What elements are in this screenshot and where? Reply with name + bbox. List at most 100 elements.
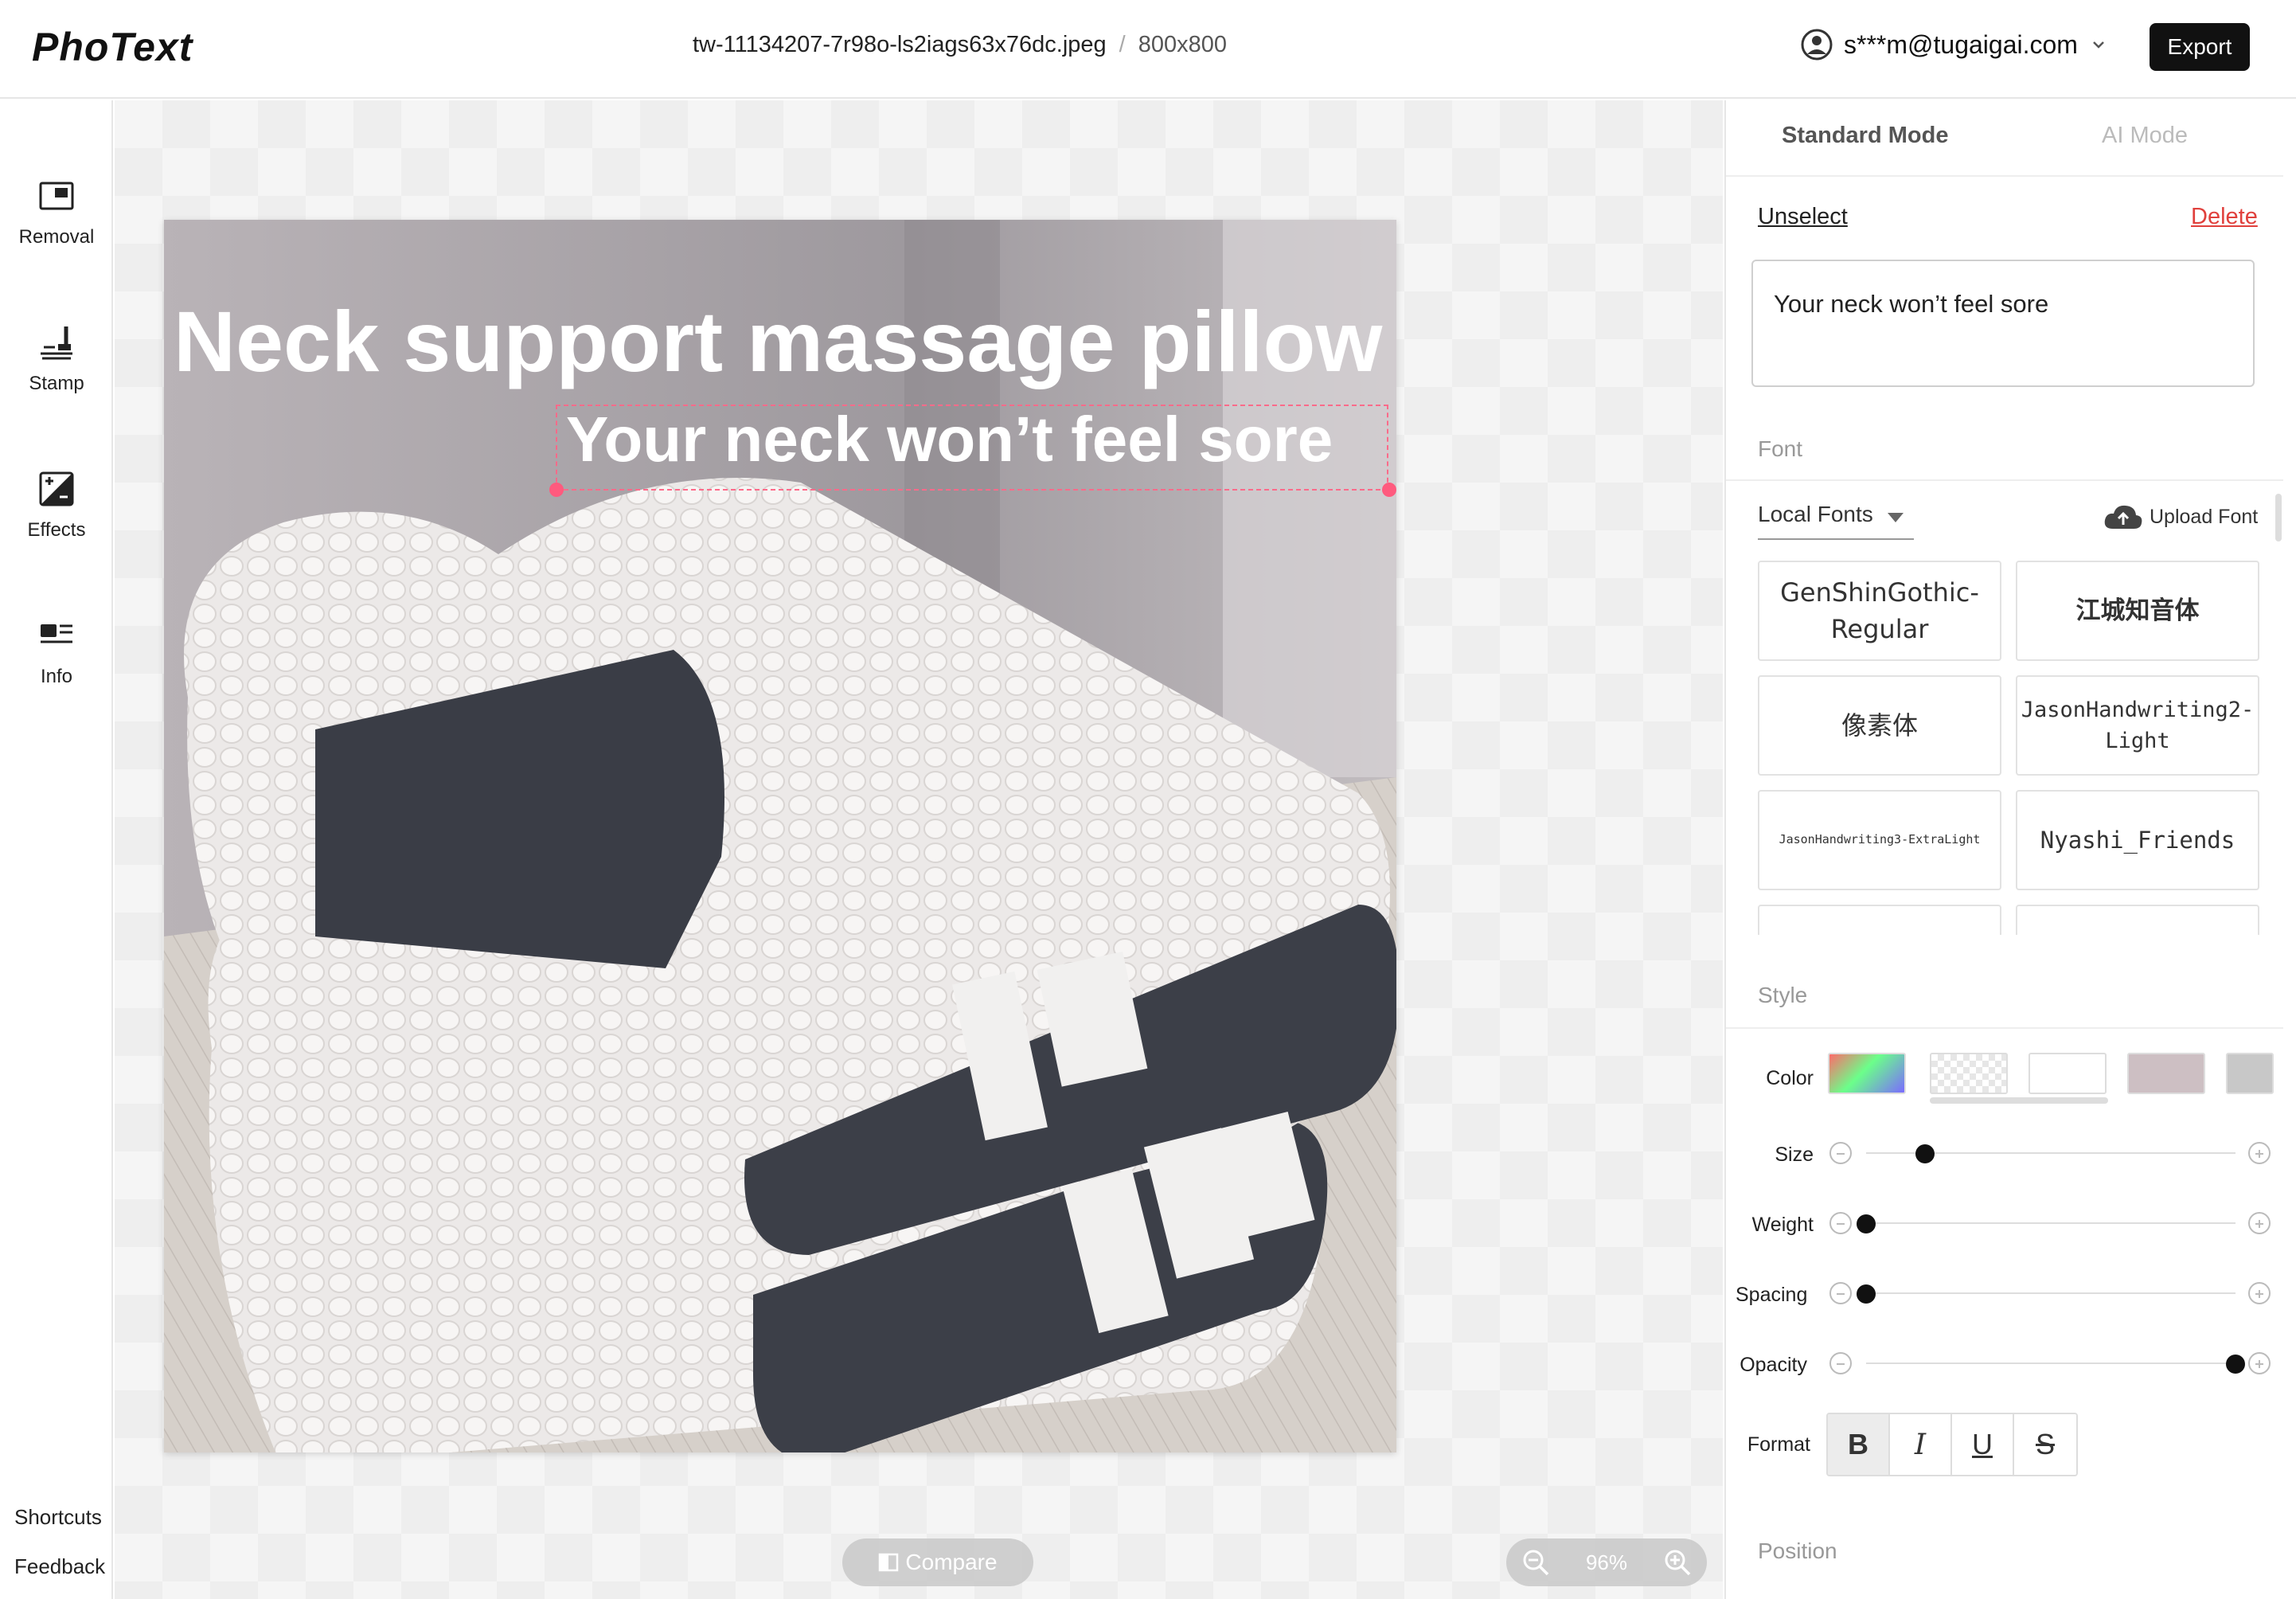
format-label: Format	[1747, 1433, 1810, 1456]
user-email: s***m@tugaigai.com	[1844, 29, 2078, 59]
chevron-down-icon	[2093, 41, 2104, 49]
weight-slider[interactable]	[1829, 1212, 2272, 1236]
increase-opacity-icon[interactable]	[2248, 1352, 2271, 1374]
stamp-icon	[41, 326, 72, 360]
tool-stamp[interactable]: Stamp	[0, 323, 113, 427]
selected-text-layer[interactable]: Your neck won’t feel sore	[566, 403, 1333, 476]
resize-handle-right[interactable]	[1382, 483, 1396, 497]
compare-icon	[879, 1553, 899, 1572]
font-option[interactable]	[1758, 905, 2001, 935]
compare-label: Compare	[905, 1550, 998, 1574]
decrease-size-icon[interactable]	[1829, 1142, 1852, 1164]
user-avatar-icon	[1801, 29, 1833, 61]
spacing-slider[interactable]	[1829, 1282, 2272, 1306]
resize-handle-left[interactable]	[549, 483, 564, 497]
spacing-thumb[interactable]	[1857, 1284, 1876, 1304]
compare-button[interactable]: Compare	[842, 1538, 1033, 1586]
image-dimensions: 800x800	[1138, 32, 1228, 57]
left-toolbar: Removal Stamp Effects Info Shortcuts Fee…	[0, 100, 113, 1599]
zoom-in-icon[interactable]	[1662, 1547, 1693, 1577]
delete-link[interactable]: Delete	[2191, 204, 2258, 230]
info-icon	[41, 624, 72, 643]
size-thumb[interactable]	[1915, 1144, 1935, 1163]
color-swatch-transparent[interactable]	[1930, 1053, 2008, 1094]
font-option[interactable]: 江城知音体	[2016, 561, 2259, 661]
size-slider[interactable]	[1829, 1142, 2272, 1166]
effects-icon	[39, 471, 74, 506]
feedback-link[interactable]: Feedback	[14, 1554, 105, 1579]
font-source-dropdown[interactable]: Local Fonts	[1758, 502, 1914, 540]
file-name: tw-11134207-7r98o-ls2iags63x76dc.jpeg	[693, 32, 1107, 57]
increase-size-icon[interactable]	[2248, 1142, 2271, 1164]
spacing-track[interactable]	[1866, 1292, 2235, 1294]
increase-weight-icon[interactable]	[2248, 1212, 2271, 1234]
tool-stamp-label: Stamp	[29, 373, 84, 394]
italic-button[interactable]: I	[1890, 1414, 1952, 1475]
text-content-input[interactable]: Your neck won’t feel sore	[1751, 260, 2255, 387]
weight-track[interactable]	[1866, 1222, 2235, 1224]
panel-scrollbar[interactable]	[2275, 494, 2282, 541]
shortcuts-link[interactable]: Shortcuts	[14, 1505, 102, 1530]
opacity-label: Opacity	[1740, 1354, 1807, 1376]
tab-standard-mode[interactable]: Standard Mode	[1782, 123, 1948, 149]
file-info-separator: /	[1119, 32, 1126, 57]
format-buttons: B I U S	[1826, 1413, 2078, 1476]
user-menu[interactable]: s***m@tugaigai.com	[1801, 29, 2107, 61]
font-option[interactable]: JasonHandwriting3-ExtraLight	[1758, 790, 2001, 890]
zoom-controls: 96%	[1506, 1538, 1707, 1586]
decrease-opacity-icon[interactable]	[1829, 1352, 1852, 1374]
file-info: tw-11134207-7r98o-ls2iags63x76dc.jpeg / 80…	[693, 32, 1227, 58]
font-option[interactable]: Nyashi_Friends	[2016, 790, 2259, 890]
zoom-level: 96%	[1585, 1550, 1628, 1574]
font-option[interactable]: 像素体	[1758, 675, 2001, 776]
headline-text[interactable]: Neck support massage pillow	[174, 291, 1382, 391]
cloud-upload-icon	[2104, 505, 2142, 529]
font-option[interactable]: JasonHandwriting2-Light	[2016, 675, 2259, 776]
color-swatch-mauve[interactable]	[2127, 1053, 2205, 1094]
removal-icon	[39, 182, 74, 210]
font-option[interactable]	[2016, 905, 2259, 935]
style-section-title: Style	[1758, 983, 1808, 1007]
properties-panel: Standard Mode AI Mode Unselect Delete Yo…	[1724, 100, 2283, 1599]
font-section-title: Font	[1758, 436, 1803, 461]
mode-tabs: Standard Mode AI Mode	[1726, 100, 2283, 177]
upload-font-label: Upload Font	[2150, 505, 2259, 528]
opacity-thumb[interactable]	[2226, 1355, 2245, 1374]
color-swatch-white[interactable]	[2029, 1053, 2107, 1094]
underline-button[interactable]: U	[1952, 1414, 2014, 1475]
weight-label: Weight	[1751, 1214, 1814, 1236]
swatch-scrollbar[interactable]	[1930, 1097, 2108, 1104]
upload-font-button[interactable]: Upload Font	[2103, 503, 2258, 530]
tool-info[interactable]: Info	[0, 616, 113, 720]
strikethrough-button[interactable]: S	[2014, 1414, 2076, 1475]
decrease-weight-icon[interactable]	[1829, 1212, 1852, 1234]
section-divider	[1726, 1027, 2283, 1029]
color-swatch-gradient[interactable]	[1828, 1053, 1906, 1094]
export-button[interactable]: Export	[2150, 23, 2250, 71]
spacing-label: Spacing	[1736, 1284, 1808, 1306]
app-logo[interactable]: PhoText	[32, 24, 193, 70]
section-divider	[1726, 479, 2283, 481]
product-photo[interactable]: Neck support massage pillow Your neck wo…	[164, 220, 1396, 1452]
tool-info-label: Info	[40, 666, 73, 687]
size-label: Size	[1775, 1144, 1814, 1166]
font-source-value: Local Fonts	[1758, 502, 1873, 526]
weight-thumb[interactable]	[1857, 1214, 1876, 1233]
bold-button[interactable]: B	[1828, 1414, 1890, 1475]
tool-removal-label: Removal	[18, 226, 95, 248]
decrease-spacing-icon[interactable]	[1829, 1282, 1852, 1304]
increase-spacing-icon[interactable]	[2248, 1282, 2271, 1304]
tool-removal[interactable]: Removal	[0, 177, 113, 280]
editor-canvas[interactable]: Neck support massage pillow Your neck wo…	[115, 100, 1723, 1599]
caret-down-icon	[1887, 513, 1904, 522]
opacity-track[interactable]	[1866, 1362, 2235, 1364]
unselect-link[interactable]: Unselect	[1758, 204, 1848, 230]
tab-ai-mode[interactable]: AI Mode	[2102, 123, 2188, 149]
color-swatch-gray[interactable]	[2226, 1053, 2274, 1094]
opacity-slider[interactable]	[1829, 1352, 2272, 1376]
top-header: PhoText tw-11134207-7r98o-ls2iags63x76dc…	[0, 0, 2296, 99]
tool-effects[interactable]: Effects	[0, 470, 113, 573]
color-label: Color	[1766, 1067, 1814, 1089]
zoom-out-icon[interactable]	[1521, 1547, 1551, 1577]
font-option[interactable]: GenShinGothic-Regular	[1758, 561, 2001, 661]
